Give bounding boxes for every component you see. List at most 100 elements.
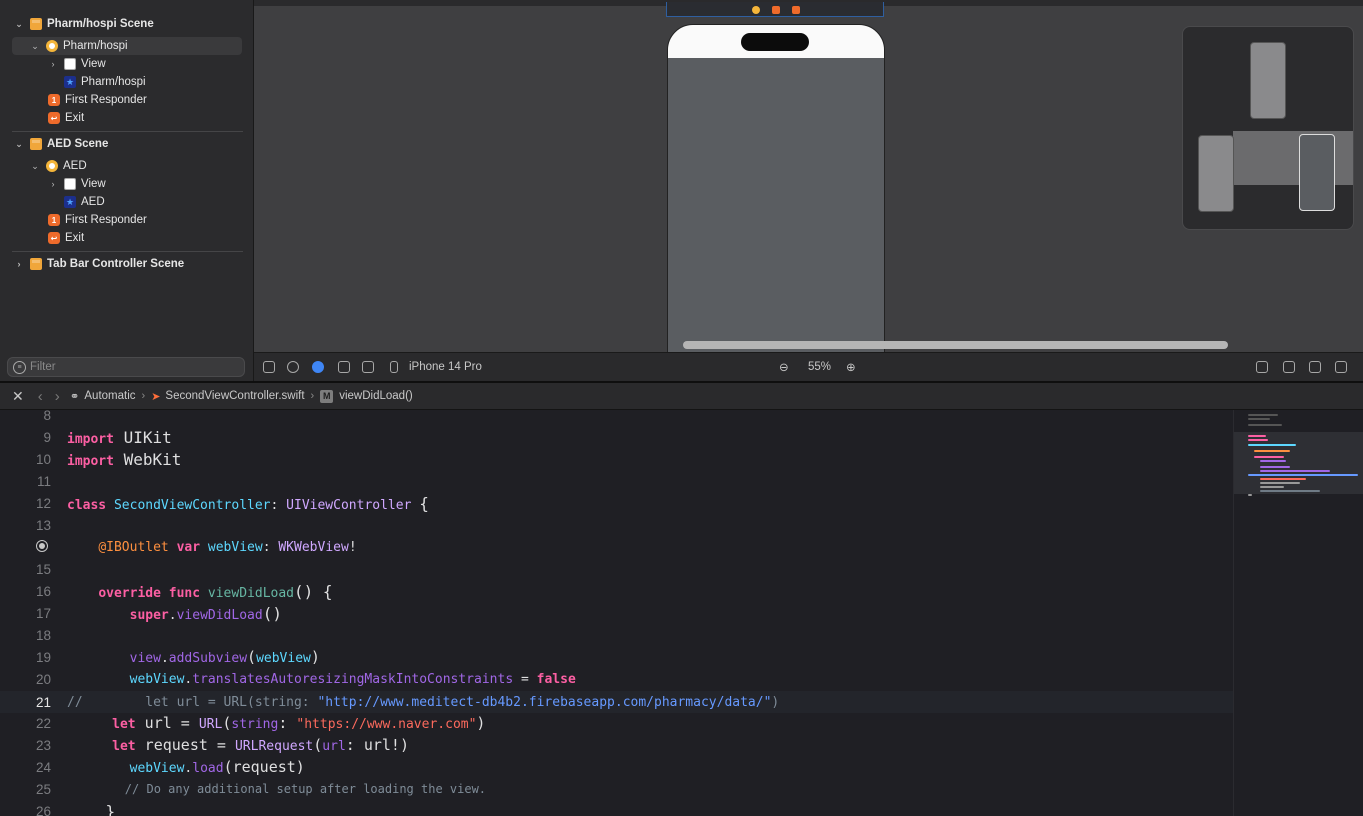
forward-button[interactable]: › xyxy=(55,383,60,409)
jump-file[interactable]: ➤ SecondViewController.swift xyxy=(151,383,304,409)
disclosure-open-icon[interactable]: ⌄ xyxy=(30,41,40,52)
pin-icon xyxy=(1309,361,1321,373)
appearance-button[interactable] xyxy=(287,360,299,374)
code-line[interactable]: 22 let url = URL(string: "https://www.na… xyxy=(0,712,1233,734)
exit-icon: ↩ xyxy=(48,112,60,124)
code-line[interactable]: 13 xyxy=(0,514,1233,536)
code-line[interactable]: 8 xyxy=(0,410,1233,426)
exit-icon[interactable] xyxy=(792,6,800,14)
code-line[interactable]: 9 import UIKit xyxy=(0,426,1233,448)
chevron-right-icon: › xyxy=(141,390,146,402)
code-line[interactable]: 16 override func viewDidLoad() { xyxy=(0,580,1233,602)
disclosure-closed-icon[interactable]: › xyxy=(48,59,58,69)
code-line[interactable]: 12 class SecondViewController: UIViewCon… xyxy=(0,492,1233,514)
code-line-current[interactable]: 21 // let url = URL(string: "http://www.… xyxy=(0,691,1233,713)
source-editor[interactable]: 8 9 import UIKit 10 import WebKit 11 12 … xyxy=(0,410,1233,816)
minimap-line xyxy=(1248,418,1270,420)
outline-exit[interactable]: ↩ Exit xyxy=(48,109,84,127)
disclosure-closed-icon[interactable]: › xyxy=(48,179,58,189)
minimap-line xyxy=(1260,470,1330,472)
accessibility-icon xyxy=(287,361,299,373)
minimap-line xyxy=(1254,450,1290,452)
outline-first-responder[interactable]: 1 First Responder xyxy=(48,91,147,109)
code-line[interactable]: 11 xyxy=(0,470,1233,492)
filter-input[interactable] xyxy=(30,361,230,373)
zoom-out-icon: ⊖ xyxy=(779,362,789,374)
outline-filter[interactable]: ≡ xyxy=(7,357,245,377)
outline-tab-item[interactable]: ★ Pharm/hospi xyxy=(64,73,146,91)
code-line[interactable]: 10 import WebKit xyxy=(0,448,1233,470)
back-button[interactable]: ‹ xyxy=(38,383,43,409)
minimap-line xyxy=(1260,482,1300,484)
minimap-line xyxy=(1254,456,1284,458)
orientation-button[interactable] xyxy=(338,360,350,374)
code-line[interactable]: 19 view.addSubview(webView) xyxy=(0,646,1233,668)
dark-mode-button[interactable] xyxy=(312,360,324,374)
outline-scene-pharm-hospi[interactable]: ⌄ Pharm/hospi Scene xyxy=(14,15,154,33)
code-line[interactable]: 26 } xyxy=(0,800,1233,816)
canvas-horizontal-scrollbar[interactable] xyxy=(683,341,1228,349)
minimap-line xyxy=(1260,466,1290,468)
code-line[interactable]: 17 super.viewDidLoad() xyxy=(0,602,1233,624)
outlet-connection-icon[interactable] xyxy=(36,540,48,552)
disclosure-open-icon[interactable]: ⌄ xyxy=(14,19,24,30)
iphone-frame[interactable] xyxy=(667,24,885,356)
code-line[interactable]: 25 // Do any additional setup after load… xyxy=(0,778,1233,800)
appearance-icon xyxy=(312,361,324,373)
code-line[interactable]: 18 xyxy=(0,624,1233,646)
zoom-in-button[interactable]: ⊕ xyxy=(846,360,856,374)
disclosure-open-icon[interactable]: ⌄ xyxy=(30,161,40,172)
first-responder-icon: 1 xyxy=(48,94,60,106)
rotate-icon xyxy=(338,361,350,373)
code-line[interactable]: 23 let request = URLRequest(url: url!) xyxy=(0,734,1233,756)
outline-first-responder[interactable]: 1 First Responder xyxy=(48,211,147,229)
outline-scene-tab-bar[interactable]: › Tab Bar Controller Scene xyxy=(14,255,184,273)
first-responder-icon[interactable] xyxy=(772,6,780,14)
dynamic-island xyxy=(741,33,809,51)
layout-button[interactable] xyxy=(362,360,374,374)
minimap-visible-region[interactable] xyxy=(1234,432,1363,494)
exit-icon: ↩ xyxy=(48,232,60,244)
resolve-issues-button[interactable] xyxy=(1335,360,1347,374)
jump-bar: ✕ ‹ › ⚭ Automatic › ➤ SecondViewControll… xyxy=(0,383,1363,410)
zoom-out-button[interactable]: ⊖ xyxy=(779,360,789,374)
swift-file-icon: ➤ xyxy=(151,390,161,403)
code-line[interactable]: @IBOutlet var webView: WKWebView! xyxy=(0,536,1233,558)
outline-controller-aed[interactable]: ⌄ AED xyxy=(30,157,87,175)
minimap-line xyxy=(1260,490,1320,492)
canvas-toolbar: iPhone 14 Pro ⊖ 55% ⊕ xyxy=(254,352,1363,382)
align-button[interactable] xyxy=(1283,360,1295,374)
jump-symbol[interactable]: M viewDidLoad() xyxy=(320,383,413,409)
scene-dock-bar[interactable] xyxy=(666,2,884,17)
toggle-outline-button[interactable] xyxy=(263,360,275,374)
minimap-line xyxy=(1260,460,1286,462)
add-constraints-button[interactable] xyxy=(1309,360,1321,374)
disclosure-open-icon[interactable]: ⌄ xyxy=(14,139,24,150)
outline-view-item[interactable]: › View xyxy=(48,55,106,73)
minimap-line xyxy=(1248,474,1358,476)
iphone-icon xyxy=(390,361,398,373)
outline-separator xyxy=(12,251,243,252)
minimap-line xyxy=(1260,486,1284,488)
update-frames-button[interactable] xyxy=(1256,360,1268,374)
code-minimap[interactable] xyxy=(1233,410,1363,816)
document-outline: ⌄ Pharm/hospi Scene ⌄ Pharm/hospi › View… xyxy=(0,0,254,381)
outline-controller-pharm-hospi[interactable]: ⌄ Pharm/hospi xyxy=(12,37,242,55)
code-line[interactable]: 24 webView.load(request) xyxy=(0,756,1233,778)
tab-bar-item-star-icon: ★ xyxy=(64,76,76,88)
device-selector[interactable]: iPhone 14 Pro xyxy=(390,360,482,374)
jump-automatic[interactable]: ⚭ Automatic xyxy=(70,383,136,409)
outline-scene-aed[interactable]: ⌄ AED Scene xyxy=(14,135,108,153)
outline-exit[interactable]: ↩ Exit xyxy=(48,229,84,247)
disclosure-closed-icon[interactable]: › xyxy=(14,259,24,269)
code-line[interactable]: 20 webView.translatesAutoresizingMaskInt… xyxy=(0,668,1233,690)
view-controller-icon[interactable] xyxy=(752,6,760,14)
outline-view-item[interactable]: › View xyxy=(48,175,106,193)
canvas-minimap[interactable] xyxy=(1182,26,1354,230)
minimap-line xyxy=(1248,439,1268,441)
outline-tab-item[interactable]: ★ AED xyxy=(64,193,105,211)
close-editor-button[interactable]: ✕ xyxy=(12,383,24,409)
view-icon xyxy=(64,178,76,190)
chevron-left-icon: ‹ xyxy=(37,387,43,405)
code-line[interactable]: 15 xyxy=(0,558,1233,580)
